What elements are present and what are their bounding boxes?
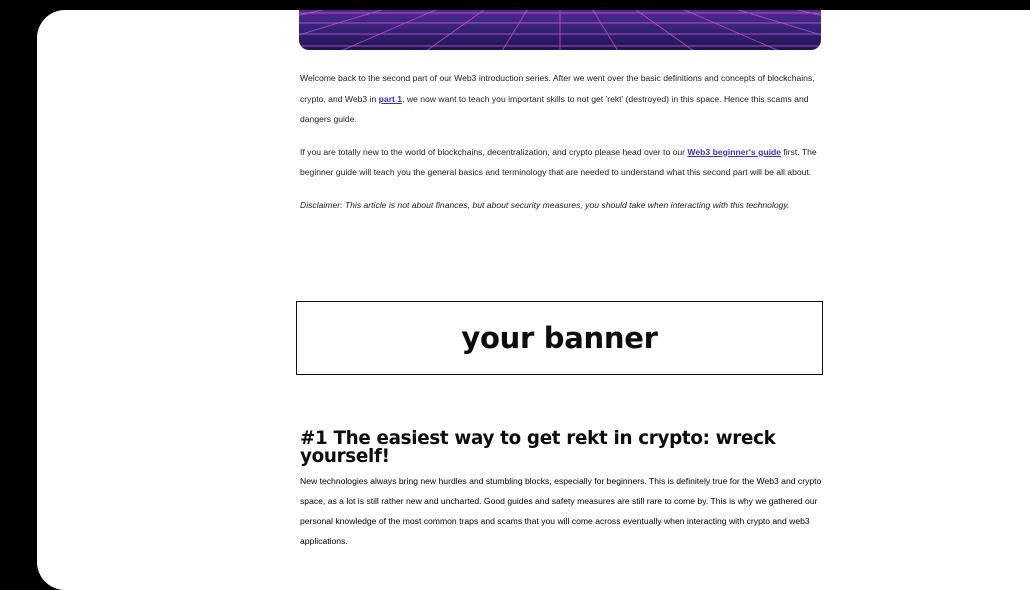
- intro-paragraph: Welcome back to the second part of our W…: [300, 68, 830, 130]
- synthwave-grid-graphic: [299, 10, 821, 50]
- article-body: Welcome back to the second part of our W…: [300, 68, 830, 227]
- hero-image: [299, 10, 821, 50]
- beginner-guide-link[interactable]: Web3 beginner's guide: [687, 147, 781, 157]
- banner-placeholder[interactable]: your banner: [296, 301, 823, 375]
- part-1-link[interactable]: part 1: [379, 94, 402, 104]
- browser-content: Welcome back to the second part of our W…: [37, 10, 1030, 590]
- beginner-text-before: If you are totally new to the world of b…: [300, 146, 688, 157]
- beginner-paragraph: If you are totally new to the world of b…: [300, 142, 830, 183]
- disclaimer-paragraph: Disclaimer: This article is not about fi…: [300, 199, 790, 210]
- section-1-paragraph: New technologies always bring new hurdle…: [300, 476, 822, 546]
- section-1: #1 The easiest way to get rekt in crypto…: [300, 428, 830, 551]
- section-1-heading: #1 The easiest way to get rekt in crypto…: [300, 428, 776, 467]
